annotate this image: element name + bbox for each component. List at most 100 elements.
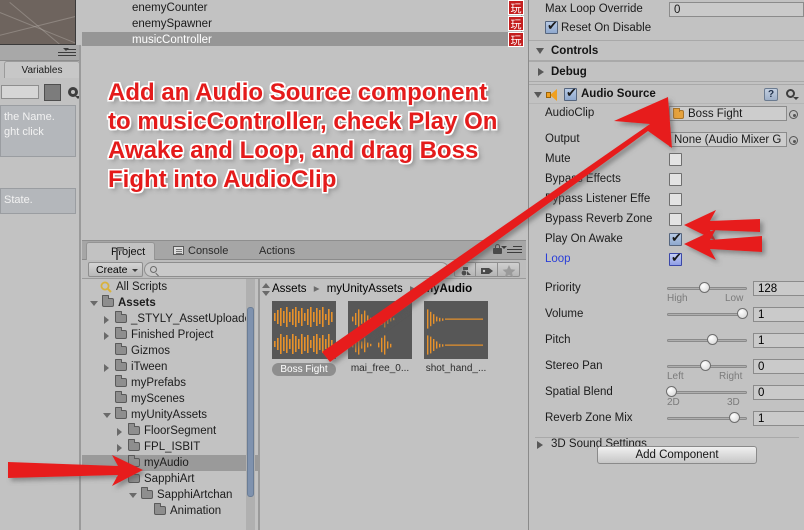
audioclip-object-field[interactable]: Boss Fight	[669, 106, 787, 121]
chevron-right-icon[interactable]	[117, 428, 122, 436]
play-badge[interactable]: 玩	[508, 16, 524, 31]
priority-label: Priority	[545, 282, 581, 294]
hamburger-menu-icon[interactable]	[507, 246, 522, 254]
asset-filter-icon[interactable]	[454, 262, 476, 277]
reverb-zone-mix-label: Reverb Zone Mix	[545, 412, 633, 424]
pitch-slider[interactable]	[667, 333, 747, 347]
tree-item-finished-project[interactable]: Finished Project	[82, 327, 260, 343]
max-loop-override-input[interactable]: 0	[669, 2, 804, 17]
tree-item-myscenes[interactable]: myScenes	[82, 391, 260, 407]
reverb-zone-mix-slider[interactable]	[667, 411, 747, 425]
scroll-up-arrow-icon[interactable]	[262, 283, 270, 288]
output-object-field[interactable]: None (Audio Mixer G	[669, 132, 787, 147]
tree-item-all-scripts[interactable]: All Scripts	[82, 279, 260, 295]
panel-divider[interactable]	[79, 45, 81, 530]
hierarchy-item-enemySpawner[interactable]: enemySpawner	[82, 16, 522, 32]
inspector-row-pitch: Pitch 1	[529, 330, 804, 356]
audio-waveform-thumbnail	[348, 301, 412, 359]
hierarchy-empty-area[interactable]	[82, 46, 522, 238]
help-icon[interactable]: ?	[764, 88, 778, 101]
create-button[interactable]: Create	[88, 262, 143, 277]
chevron-right-icon[interactable]	[104, 332, 109, 340]
tree-item-styly-assetuploader[interactable]: _STYLY_AssetUploade	[82, 311, 260, 327]
object-picker-icon[interactable]	[789, 136, 798, 145]
reverb-zone-mix-value-input[interactable]: 1	[753, 411, 804, 426]
chevron-right-icon[interactable]	[104, 316, 109, 324]
tree-item-myaudio[interactable]: myAudio	[82, 455, 260, 471]
tree-item-sapphiartchan[interactable]: SapphiArtchan	[82, 487, 260, 503]
loop-checkbox[interactable]	[669, 251, 682, 266]
section-debug-label: Debug	[551, 66, 587, 78]
tree-scrollbar[interactable]	[246, 279, 255, 530]
chevron-right-icon[interactable]	[117, 444, 122, 452]
pitch-value-input[interactable]: 1	[753, 333, 804, 348]
chevron-right-icon[interactable]	[104, 364, 109, 372]
tab-actions[interactable]: Actions	[250, 242, 304, 260]
tree-item-floorsegment[interactable]: FloorSegment	[82, 423, 260, 439]
search-input[interactable]	[144, 262, 449, 277]
mute-checkbox[interactable]	[669, 153, 682, 166]
waveform-icon	[274, 334, 333, 354]
breadcrumb-item-assets[interactable]: Assets	[272, 283, 307, 295]
variables-toolbar-row	[0, 81, 81, 103]
section-controls[interactable]: Controls	[529, 40, 804, 61]
tree-item-assets[interactable]: Assets	[82, 295, 260, 311]
play-badge[interactable]: 玩	[508, 0, 524, 15]
asset-item-shot-hand[interactable]: shot_hand_...	[424, 301, 488, 376]
tree-item-itween[interactable]: iTween	[82, 359, 260, 375]
tree-item-fpl-isbit[interactable]: FPL_ISBIT	[82, 439, 260, 455]
asset-item-mai-free[interactable]: mai_free_0...	[348, 301, 412, 376]
play-on-awake-checkbox[interactable]	[669, 231, 682, 246]
breadcrumb-item-myunityassets[interactable]: myUnityAssets	[327, 283, 403, 295]
inspector-row-audioclip: AudioClip Boss Fight	[529, 104, 804, 124]
volume-value-input[interactable]: 1	[753, 307, 804, 322]
tree-item-sapphiart[interactable]: SapphiArt	[82, 471, 260, 487]
tab-console[interactable]: Console	[166, 242, 237, 260]
object-picker-icon[interactable]	[789, 110, 798, 119]
hamburger-menu-icon[interactable]	[58, 49, 76, 58]
reset-on-disable-checkbox[interactable]	[545, 19, 558, 34]
scene-view-fragment[interactable]	[0, 0, 76, 45]
tree-item-animation[interactable]: Animation	[82, 503, 260, 519]
favorites-star-icon[interactable]	[498, 262, 520, 277]
priority-min-label: High	[667, 293, 688, 304]
tree-item-label: FloorSegment	[144, 425, 217, 437]
tab-variables[interactable]: Variables	[4, 61, 80, 78]
asset-item-boss-fight[interactable]: Boss Fight	[272, 301, 336, 376]
inspector-row-loop: Loop	[529, 250, 804, 270]
color-swatch[interactable]	[44, 83, 61, 101]
chevron-down-icon[interactable]	[534, 92, 542, 98]
stereo-pan-value-input[interactable]: 0	[753, 359, 804, 374]
tree-item-gizmos[interactable]: Gizmos	[82, 343, 260, 359]
tree-scrollbar-thumb[interactable]	[247, 307, 254, 497]
spatial-blend-value-input[interactable]: 0	[753, 385, 804, 400]
chevron-down-icon[interactable]	[116, 477, 124, 482]
chevron-down-icon[interactable]	[90, 301, 98, 306]
audio-source-enabled-checkbox[interactable]	[564, 86, 577, 101]
gear-icon[interactable]	[66, 85, 81, 99]
scroll-down-arrow-icon[interactable]	[262, 291, 270, 296]
tree-item-myprefabs[interactable]: myPrefabs	[82, 375, 260, 391]
priority-value-input[interactable]: 128	[753, 281, 804, 296]
tab-console-label: Console	[188, 245, 229, 257]
component-header-audio-source[interactable]: Audio Source ?	[529, 84, 804, 104]
variables-help-line-2: ght click	[4, 126, 44, 138]
audio-waveform-thumbnail	[424, 301, 488, 359]
section-debug[interactable]: Debug	[529, 61, 804, 82]
label-filter-icon[interactable]	[476, 262, 498, 277]
volume-slider[interactable]	[667, 307, 748, 321]
gear-icon[interactable]	[785, 88, 799, 101]
hierarchy-item-enemyCounter[interactable]: enemyCounter	[82, 0, 522, 16]
add-component-button[interactable]: Add Component	[597, 446, 757, 464]
tab-project[interactable]: Project	[86, 242, 156, 263]
breadcrumb-item-myaudio[interactable]: myAudio	[423, 283, 472, 295]
bypass-reverb-zones-checkbox[interactable]	[669, 213, 682, 226]
variable-name-input[interactable]	[1, 85, 39, 99]
chevron-down-icon[interactable]	[129, 493, 137, 498]
chevron-down-icon[interactable]	[103, 413, 111, 418]
bypass-listener-effects-checkbox[interactable]	[669, 193, 682, 206]
play-badge[interactable]: 玩	[508, 32, 524, 47]
bypass-effects-checkbox[interactable]	[669, 173, 682, 186]
tree-item-myunityassets[interactable]: myUnityAssets	[82, 407, 260, 423]
reset-on-disable-label: Reset On Disable	[561, 22, 652, 34]
